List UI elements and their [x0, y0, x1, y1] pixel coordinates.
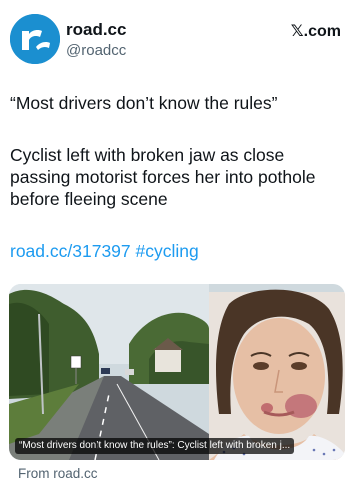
card-caption[interactable]: “Most drivers don’t know the rules”: Cyc… — [15, 438, 295, 454]
card-source[interactable]: From road.cc — [18, 466, 98, 481]
link-card[interactable]: “Most drivers don’t know the rules”: Cyc… — [9, 284, 345, 460]
tweet-text: “Most drivers don’t know the rules” Cycl… — [10, 92, 340, 210]
x-brand-label: 𝕏.com — [290, 23, 341, 40]
author-block: road.cc @roadcc — [66, 20, 126, 61]
user-handle[interactable]: @roadcc — [66, 41, 126, 61]
tweet-quote-line: “Most drivers don’t know the rules” — [10, 93, 278, 113]
card-image — [9, 284, 345, 460]
tweet-header: road.cc @roadcc 𝕏.com — [10, 14, 343, 66]
hashtag-link[interactable]: #cycling — [136, 241, 199, 261]
avatar[interactable] — [10, 14, 60, 64]
display-name[interactable]: road.cc — [66, 20, 126, 40]
roadcc-logo-icon — [10, 14, 60, 64]
tweet-body: Cyclist left with broken jaw as close pa… — [10, 145, 316, 209]
article-link[interactable]: road.cc/317397 — [10, 241, 131, 261]
tweet-links: road.cc/317397 #cycling — [10, 240, 199, 262]
